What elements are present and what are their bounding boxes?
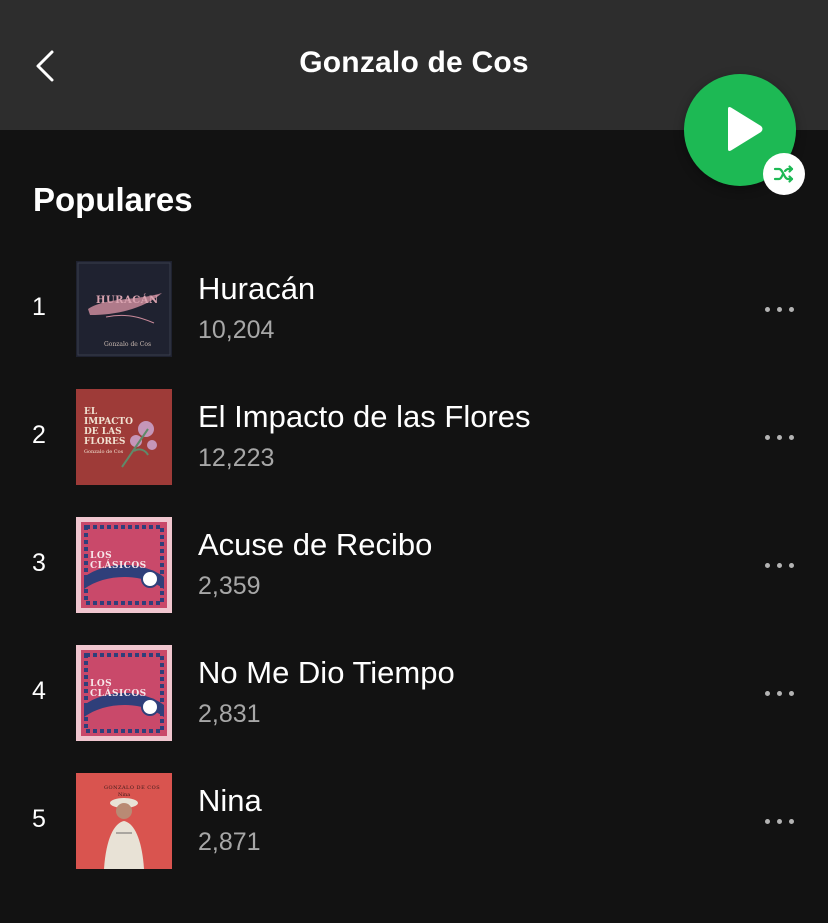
track-number: 5: [32, 805, 46, 833]
track-row[interactable]: 1 HURACÁN Gonzalo de Cos Huracán 10,204: [0, 261, 828, 357]
more-dots-icon: [777, 307, 782, 312]
more-dots-icon: [789, 307, 794, 312]
cover-subtitle: Nina: [118, 792, 131, 798]
shuffle-button[interactable]: [763, 153, 805, 195]
track-number: 3: [32, 549, 46, 577]
more-dots-icon: [777, 819, 782, 824]
album-cover: LOS CLÁSICOS: [76, 517, 172, 613]
track-row[interactable]: 4 LOS CLÁSICOS No Me Dio Tiempo 2,831: [0, 645, 828, 741]
more-options-button[interactable]: [754, 291, 806, 327]
more-dots-icon: [777, 563, 782, 568]
track-title: Nina: [198, 783, 262, 818]
more-options-button[interactable]: [754, 419, 806, 455]
album-cover: GONZALO DE COS Nina: [76, 773, 172, 869]
album-cover: HURACÁN Gonzalo de Cos: [76, 261, 172, 357]
play-count: 2,831: [198, 700, 261, 728]
shuffle-icon: [773, 165, 794, 183]
track-title: Acuse de Recibo: [198, 527, 433, 562]
track-row[interactable]: 3 LOS CLÁSICOS Acuse de Recibo 2,359: [0, 517, 828, 613]
play-count: 12,223: [198, 444, 275, 472]
cover-artist: Gonzalo de Cos: [104, 341, 152, 348]
more-dots-icon: [789, 691, 794, 696]
more-dots-icon: [765, 563, 770, 568]
cover-title: GONZALO DE COS: [104, 785, 161, 791]
cover-artist: Gonzalo de Cos: [84, 449, 124, 455]
play-count: 2,359: [198, 572, 261, 600]
track-row[interactable]: 5 GONZALO DE COS Nina Nina 2,871: [0, 773, 828, 869]
track-row[interactable]: 2 EL IMPACTO DE LAS FLORES Gonzalo de Co…: [0, 389, 828, 485]
cover-title: LOS CLÁSICOS: [90, 679, 147, 699]
track-title: El Impacto de las Flores: [198, 399, 531, 434]
cover-title: HURACÁN: [96, 295, 159, 306]
more-dots-icon: [765, 691, 770, 696]
page-title: Gonzalo de Cos: [299, 46, 529, 79]
cover-title: EL IMPACTO DE LAS FLORES: [84, 407, 133, 447]
album-cover: EL IMPACTO DE LAS FLORES Gonzalo de Cos: [76, 389, 172, 485]
more-options-button[interactable]: [754, 803, 806, 839]
play-count: 10,204: [198, 316, 275, 344]
more-options-button[interactable]: [754, 675, 806, 711]
more-dots-icon: [789, 435, 794, 440]
track-title: No Me Dio Tiempo: [198, 655, 455, 690]
cover-title: LOS CLÁSICOS: [90, 551, 147, 571]
more-dots-icon: [777, 691, 782, 696]
play-icon: [728, 107, 763, 151]
track-number: 2: [32, 421, 46, 449]
more-options-button[interactable]: [754, 547, 806, 583]
more-dots-icon: [765, 819, 770, 824]
track-number: 4: [32, 677, 46, 705]
more-dots-icon: [789, 563, 794, 568]
section-title: Populares: [33, 181, 193, 218]
more-dots-icon: [765, 307, 770, 312]
album-cover: LOS CLÁSICOS: [76, 645, 172, 741]
more-dots-icon: [789, 819, 794, 824]
track-title: Huracán: [198, 271, 316, 306]
more-dots-icon: [765, 435, 770, 440]
track-number: 1: [32, 293, 46, 321]
play-count: 2,871: [198, 828, 261, 856]
more-dots-icon: [777, 435, 782, 440]
